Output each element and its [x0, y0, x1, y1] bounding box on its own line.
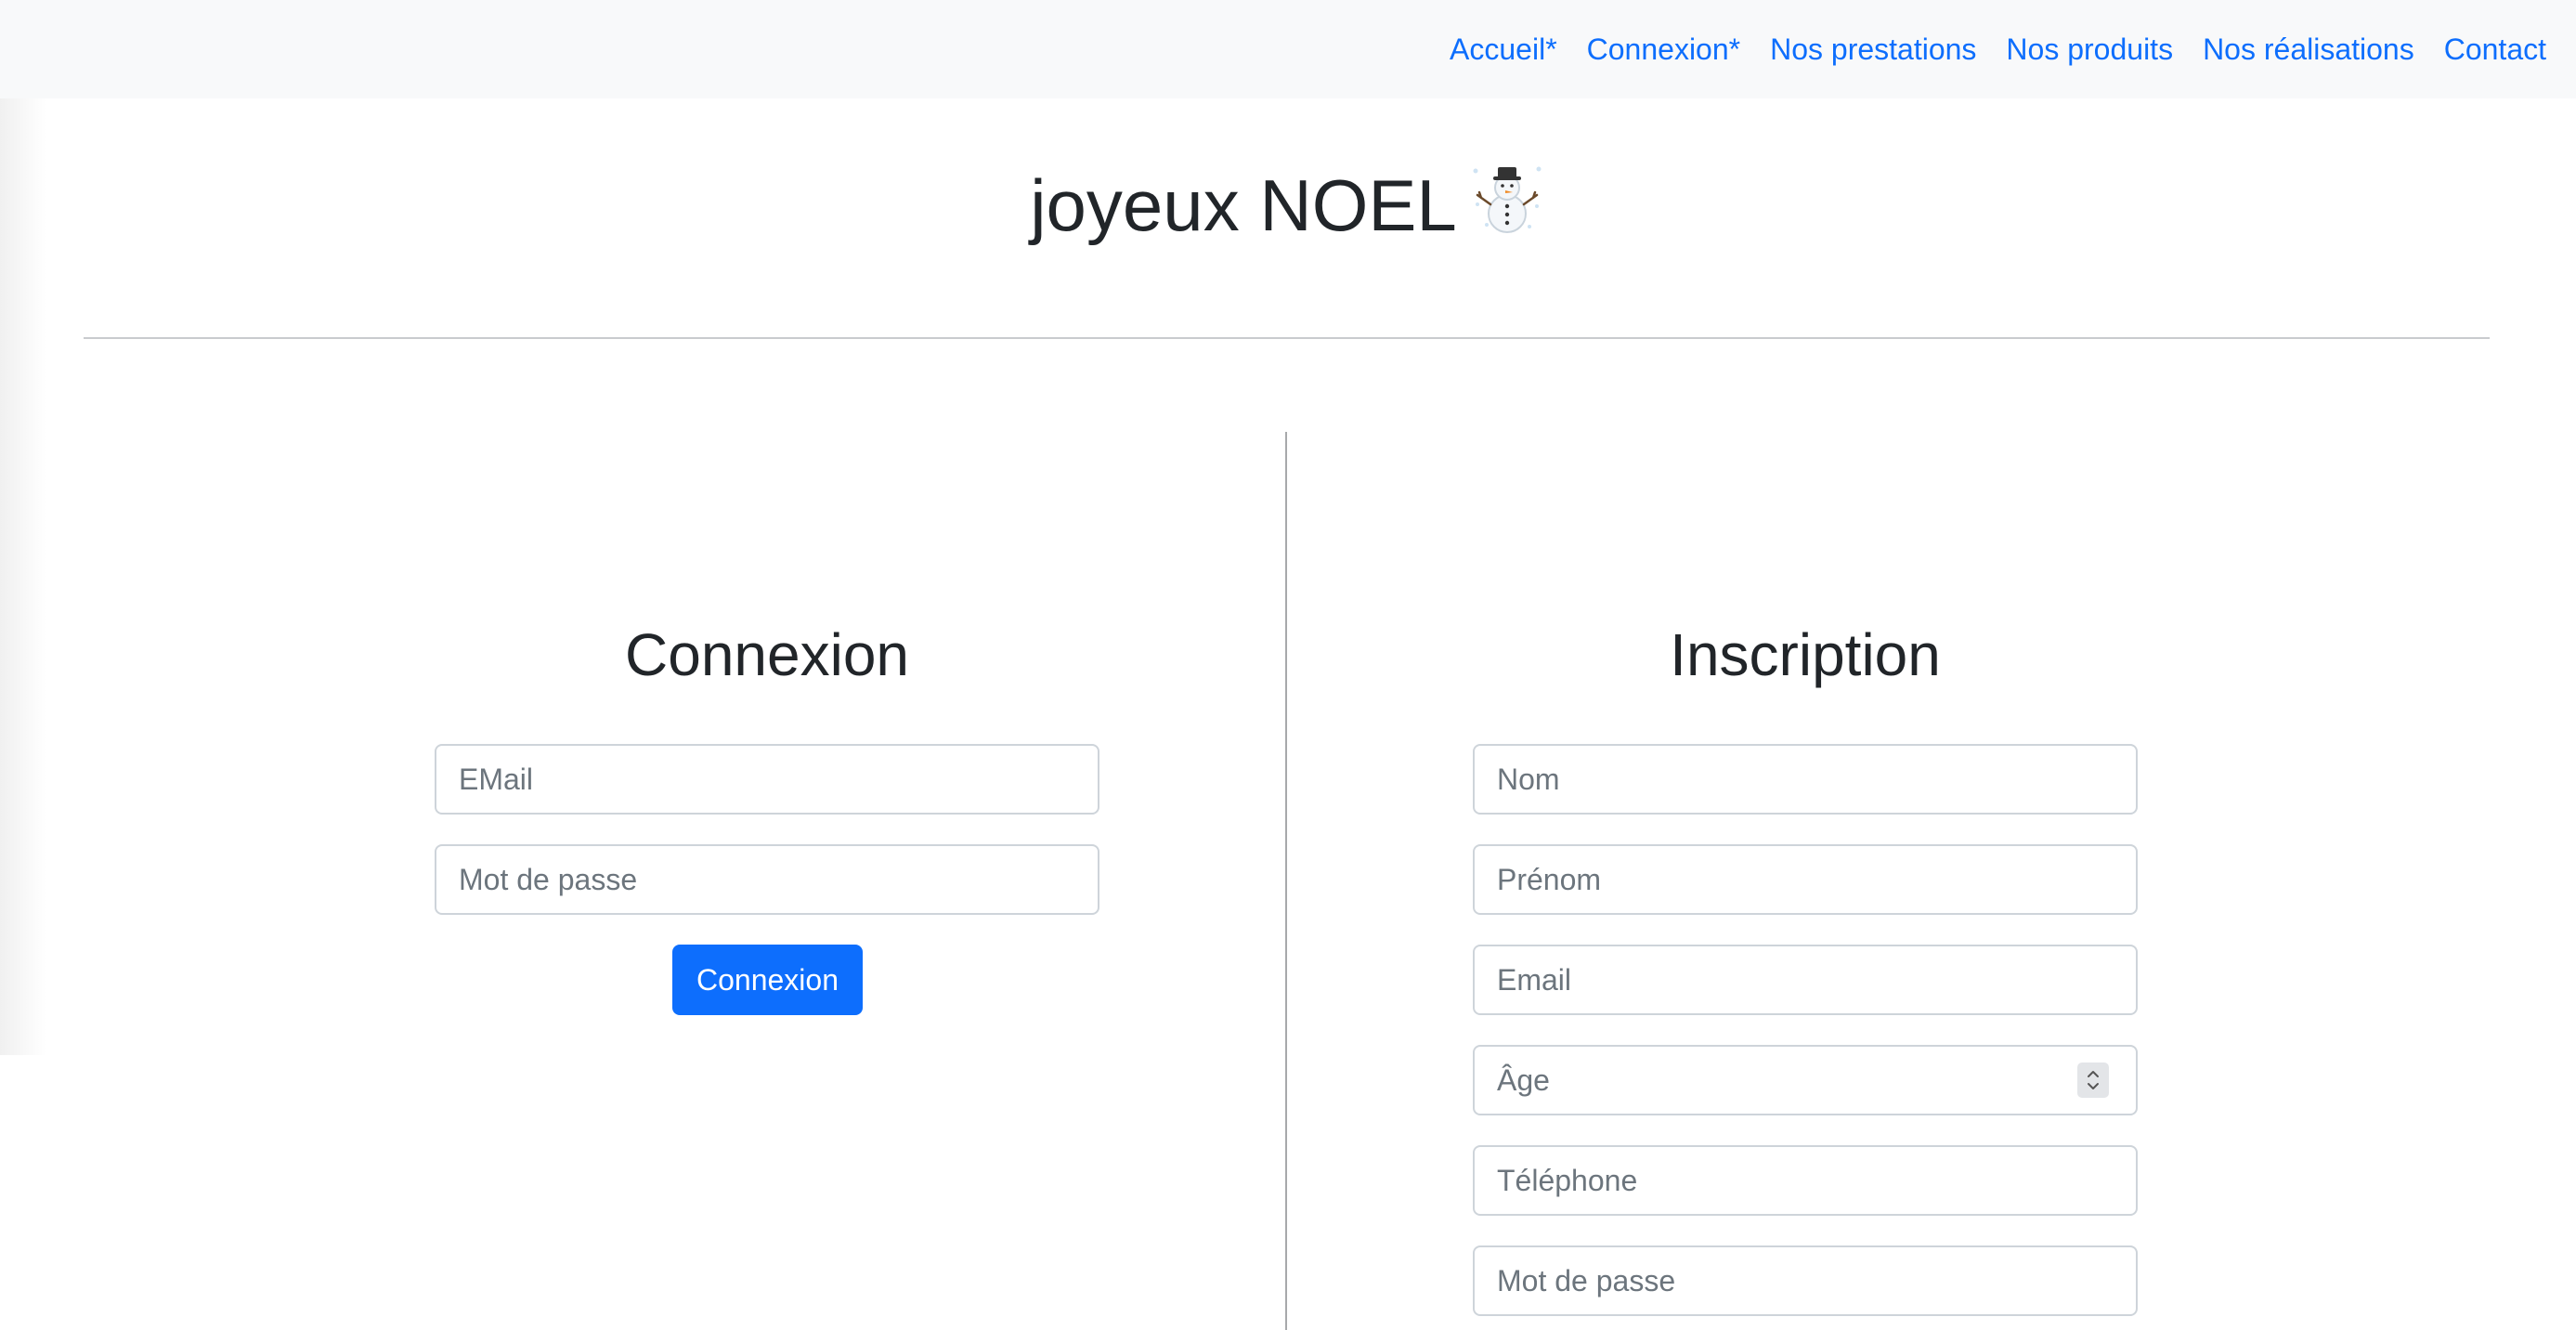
- login-submit-button[interactable]: Connexion: [672, 945, 863, 1015]
- login-password-input[interactable]: [435, 844, 1099, 915]
- signup-telephone-input[interactable]: [1473, 1145, 2138, 1216]
- login-heading: Connexion: [625, 621, 909, 688]
- signup-email-input[interactable]: [1473, 945, 2138, 1015]
- age-spinner-icon[interactable]: [2077, 1063, 2109, 1098]
- signup-prenom-input[interactable]: [1473, 844, 2138, 915]
- nav-link-realisations[interactable]: Nos réalisations: [2203, 33, 2414, 67]
- nav-link-accueil[interactable]: Accueil*: [1450, 33, 1557, 67]
- nav-link-contact[interactable]: Contact: [2444, 33, 2546, 67]
- header-divider: [84, 337, 2490, 339]
- signup-nom-input[interactable]: [1473, 744, 2138, 815]
- signup-heading: Inscription: [1670, 621, 1941, 688]
- page-title-text: joyeux NOEL: [1030, 164, 1457, 246]
- nav-link-prestations[interactable]: Nos prestations: [1770, 33, 1976, 67]
- top-navbar: Accueil* Connexion* Nos prestations Nos …: [0, 0, 2576, 98]
- nav-links: Accueil* Connexion* Nos prestations Nos …: [1450, 0, 2546, 98]
- nav-link-produits[interactable]: Nos produits: [2006, 33, 2173, 67]
- column-divider: [1285, 432, 1287, 1330]
- snowman-icon: [1473, 166, 1542, 233]
- page-title: joyeux NOEL: [0, 158, 2576, 252]
- signup-password-input[interactable]: [1473, 1245, 2138, 1316]
- nav-link-connexion[interactable]: Connexion*: [1587, 33, 1740, 67]
- login-email-input[interactable]: [435, 744, 1099, 815]
- signup-age-input[interactable]: [1473, 1045, 2138, 1115]
